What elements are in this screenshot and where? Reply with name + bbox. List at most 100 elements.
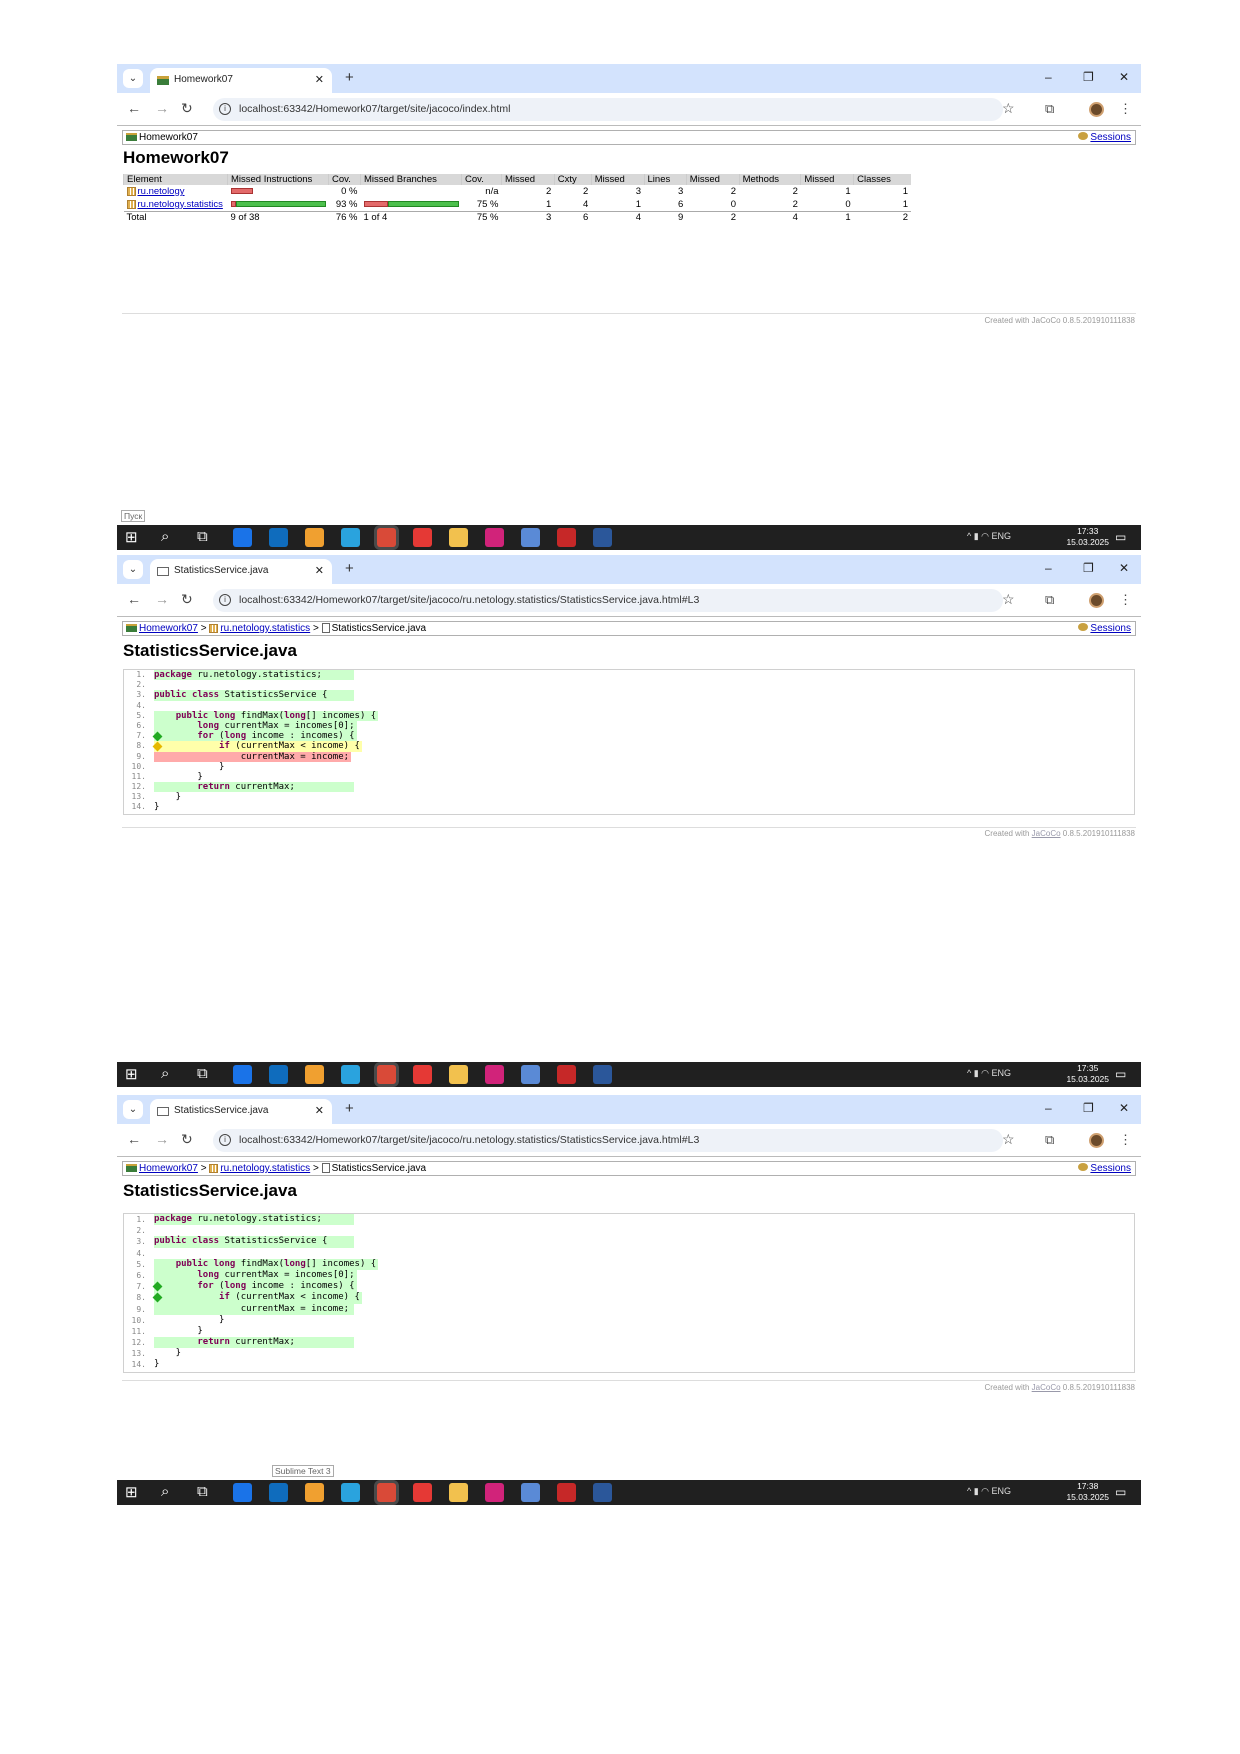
close-window-button[interactable]: ✕ <box>1119 70 1129 84</box>
tab-close-icon[interactable]: ✕ <box>315 564 324 577</box>
header-missed-cxty[interactable]: Missed <box>501 174 555 185</box>
url-text[interactable]: localhost:63342/Homework07/target/site/j… <box>239 594 699 606</box>
header-classes[interactable]: Classes <box>853 174 911 185</box>
package-link[interactable]: ru.netology.statistics <box>138 199 223 210</box>
search-icon[interactable]: ⌕ <box>161 528 169 545</box>
telegram-icon[interactable] <box>341 1065 360 1084</box>
telegram-icon[interactable] <box>341 528 360 547</box>
sessions-link[interactable]: Sessions <box>1078 623 1131 634</box>
sublime-icon[interactable] <box>305 528 324 547</box>
explorer-icon[interactable] <box>449 1065 468 1084</box>
search-icon[interactable]: ⌕ <box>161 1483 169 1500</box>
chrome-icon[interactable] <box>377 528 396 547</box>
extensions-icon[interactable]: ⧉ <box>1045 101 1054 117</box>
explorer-icon[interactable] <box>449 528 468 547</box>
address-bar[interactable]: i localhost:63342/Homework07/target/site… <box>213 98 1003 121</box>
profile-avatar[interactable] <box>1089 593 1104 608</box>
header-missed-instructions[interactable]: Missed Instructions <box>227 174 329 185</box>
intellij-icon[interactable] <box>485 1065 504 1084</box>
back-button[interactable]: ← <box>127 591 141 607</box>
system-tray[interactable]: ^ ▮ ◠ ENG <box>967 1068 1011 1079</box>
git-icon[interactable] <box>521 528 540 547</box>
taskbar-clock[interactable]: 17:38 15.03.2025 <box>1066 1481 1109 1503</box>
back-button[interactable]: ← <box>127 1131 141 1147</box>
package-cell[interactable]: ru.netology.statistics <box>124 198 228 211</box>
package-cell[interactable]: ru.netology <box>124 185 228 198</box>
task-view-icon[interactable]: ⧉ <box>197 1065 208 1082</box>
forward-button[interactable]: → <box>155 591 169 607</box>
tab-statistics-service[interactable]: StatisticsService.java ✕ <box>150 559 332 584</box>
breadcrumb-root-link[interactable]: Homework07 <box>139 1163 198 1174</box>
intellij-icon[interactable] <box>485 528 504 547</box>
system-tray[interactable]: ^ ▮ ◠ ENG <box>967 1486 1011 1497</box>
sessions-link[interactable]: Sessions <box>1078 132 1131 143</box>
site-info-icon[interactable]: i <box>219 1134 231 1146</box>
forward-button[interactable]: → <box>155 1131 169 1147</box>
language-indicator[interactable]: ENG <box>992 1068 1012 1078</box>
header-cov-branches[interactable]: Cov. <box>461 174 502 185</box>
tab-statistics-service[interactable]: StatisticsService.java ✕ <box>150 1099 332 1124</box>
chrome-icon[interactable] <box>377 1065 396 1084</box>
site-info-icon[interactable]: i <box>219 103 231 115</box>
tab-homework07[interactable]: Homework07 ✕ <box>150 68 332 93</box>
extensions-icon[interactable]: ⧉ <box>1045 592 1054 608</box>
yandex-icon[interactable] <box>413 528 432 547</box>
restore-button[interactable]: ❐ <box>1083 561 1094 575</box>
header-methods[interactable]: Methods <box>738 174 801 185</box>
restore-button[interactable]: ❐ <box>1083 70 1094 84</box>
word-icon[interactable] <box>593 1065 612 1084</box>
breadcrumb-package-link[interactable]: ru.netology.statistics <box>220 623 310 634</box>
sessions-link-text[interactable]: Sessions <box>1090 623 1131 634</box>
start-icon[interactable]: ⊞ <box>125 1483 138 1501</box>
taskbar-clock[interactable]: 17:35 15.03.2025 <box>1066 1063 1109 1085</box>
profile-avatar[interactable] <box>1089 1133 1104 1148</box>
profile-avatar[interactable] <box>1089 102 1104 117</box>
language-indicator[interactable]: ENG <box>992 1486 1012 1496</box>
notifications-icon[interactable]: ▭ <box>1115 1485 1126 1499</box>
tab-search-button[interactable]: ⌄ <box>123 1100 143 1119</box>
browser-menu-icon[interactable]: ⋮ <box>1119 1132 1132 1148</box>
git-icon[interactable] <box>521 1065 540 1084</box>
header-missed-methods[interactable]: Missed <box>685 174 740 185</box>
task-view-icon[interactable]: ⧉ <box>197 528 208 545</box>
new-tab-button[interactable]: + <box>345 560 354 577</box>
header-missed-branches[interactable]: Missed Branches <box>360 174 462 185</box>
notifications-icon[interactable]: ▭ <box>1115 1067 1126 1081</box>
package-link[interactable]: ru.netology <box>138 186 185 197</box>
header-missed-classes[interactable]: Missed <box>800 174 854 185</box>
store-icon[interactable] <box>233 1065 252 1084</box>
jacoco-link[interactable]: JaCoCo <box>1032 1383 1061 1392</box>
header-cxty[interactable]: Cxty <box>553 174 592 185</box>
sublime-icon[interactable] <box>305 1065 324 1084</box>
restore-button[interactable]: ❐ <box>1083 1101 1094 1115</box>
yandex-icon[interactable] <box>413 1483 432 1502</box>
bookmark-star-icon[interactable]: ☆ <box>1002 591 1015 608</box>
store-icon[interactable] <box>233 1483 252 1502</box>
acrobat-icon[interactable] <box>557 528 576 547</box>
minimize-button[interactable]: – <box>1045 561 1052 575</box>
telegram-icon[interactable] <box>341 1483 360 1502</box>
close-window-button[interactable]: ✕ <box>1119 1101 1129 1115</box>
outlook-icon[interactable] <box>269 1065 288 1084</box>
tab-search-button[interactable]: ⌄ <box>123 560 143 579</box>
bookmark-star-icon[interactable]: ☆ <box>1002 100 1015 117</box>
back-button[interactable]: ← <box>127 100 141 116</box>
close-window-button[interactable]: ✕ <box>1119 561 1129 575</box>
site-info-icon[interactable]: i <box>219 594 231 606</box>
minimize-button[interactable]: – <box>1045 1101 1052 1115</box>
reload-button[interactable]: ↻ <box>181 1131 193 1148</box>
address-bar[interactable]: i localhost:63342/Homework07/target/site… <box>213 589 1003 612</box>
reload-button[interactable]: ↻ <box>181 591 193 608</box>
new-tab-button[interactable]: + <box>345 69 354 86</box>
task-view-icon[interactable]: ⧉ <box>197 1483 208 1500</box>
header-element[interactable]: Element <box>123 174 228 185</box>
bookmark-star-icon[interactable]: ☆ <box>1002 1131 1015 1148</box>
browser-menu-icon[interactable]: ⋮ <box>1119 101 1132 117</box>
acrobat-icon[interactable] <box>557 1065 576 1084</box>
acrobat-icon[interactable] <box>557 1483 576 1502</box>
explorer-icon[interactable] <box>449 1483 468 1502</box>
yandex-icon[interactable] <box>413 1065 432 1084</box>
breadcrumb-package-link[interactable]: ru.netology.statistics <box>220 1163 310 1174</box>
notifications-icon[interactable]: ▭ <box>1115 530 1126 544</box>
language-indicator[interactable]: ENG <box>992 531 1012 541</box>
